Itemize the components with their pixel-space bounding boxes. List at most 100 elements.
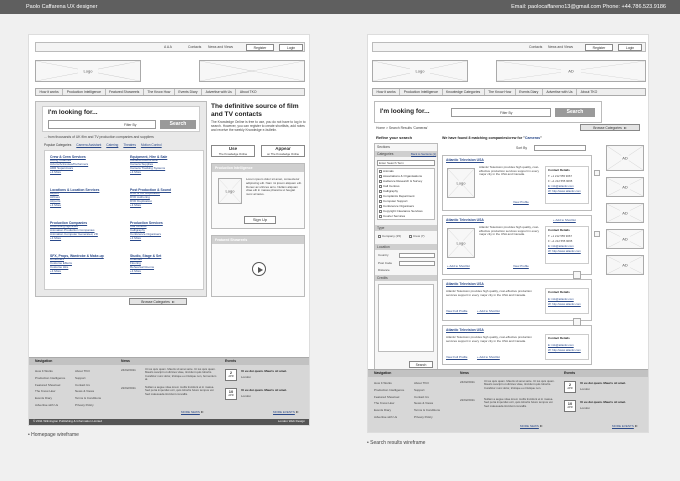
category-item-link[interactable]: +1 More	[50, 203, 99, 208]
email-link[interactable]: E: info@atlantic.com	[548, 184, 574, 188]
category-item-link[interactable]: +1 More	[50, 170, 88, 175]
nav-how-it-works[interactable]: How it works	[36, 89, 64, 95]
email-link[interactable]: E: info@atlantic.com	[548, 297, 574, 301]
website-link[interactable]: W: http://www.atlantic.com	[548, 302, 581, 306]
category-item-link[interactable]: +1 More	[50, 269, 104, 274]
event-title[interactable]: Ut eu dui quam. Mauris sit amet.	[580, 381, 626, 385]
email-link[interactable]: E: info@atlantic.com	[548, 343, 574, 347]
appear-button[interactable]: Appear on The Knowledge Online	[261, 145, 305, 157]
footer-nav-link[interactable]: Advertise with Us	[374, 414, 404, 421]
ad-placeholder[interactable]: AD	[606, 229, 644, 249]
search-button[interactable]: Search	[160, 120, 196, 129]
footer-nav-link[interactable]: The Know How	[374, 400, 404, 407]
sort-select[interactable]	[534, 145, 586, 151]
footer-nav-link[interactable]: News & Views	[75, 388, 101, 395]
website-link[interactable]: W: http://www.atlantic.com	[548, 249, 581, 253]
footer-nav-link[interactable]: How It Works	[374, 380, 404, 387]
footer-nav-link[interactable]: Support	[75, 375, 101, 382]
ad-placeholder[interactable]: AD	[606, 177, 644, 197]
view-profile-link[interactable]: View Profile	[513, 264, 529, 268]
footer-nav-link[interactable]: Contact Us	[75, 382, 101, 389]
nav-advertise[interactable]: Advertise with Us	[202, 89, 237, 95]
use-button[interactable]: Use The Knowledge Online	[211, 145, 255, 157]
tab-catering[interactable]: Catering	[106, 143, 118, 147]
back-to-sections-link[interactable]: Back to Sections (1)	[411, 152, 436, 156]
search-button[interactable]: Search	[555, 108, 595, 117]
more-news-link[interactable]: MORE NEWS	[181, 410, 204, 414]
result-title-link[interactable]: Atlantic Television USA	[446, 158, 484, 162]
footer-nav-link[interactable]: Privacy Policy	[414, 414, 440, 421]
crew-checkbox[interactable]: Crew (7)	[409, 234, 425, 238]
add-to-shortlist-link[interactable]: + Add to Shortlist	[477, 309, 500, 313]
tab-popular[interactable]: Popular Categories	[44, 143, 71, 147]
ad-placeholder[interactable]: AD	[606, 255, 644, 275]
register-button[interactable]: Register	[585, 44, 613, 51]
footer-nav-link[interactable]: Support	[414, 387, 440, 394]
browse-categories-button[interactable]: Browse Categories	[580, 124, 640, 131]
event-title[interactable]: Ut eu dui quam. Mauris sit amet.	[241, 388, 287, 392]
add-to-shortlist-link[interactable]: + Add to Shortlist	[447, 264, 470, 268]
add-to-shortlist-link[interactable]: + Add to Shortlist	[477, 355, 500, 359]
contacts-link[interactable]: Contacts	[529, 45, 542, 49]
tab-camera-assistant[interactable]: Camera Assistant	[76, 143, 101, 147]
credits-input[interactable]	[378, 284, 434, 352]
result-title-link[interactable]: Atlantic Television USA	[446, 282, 484, 286]
postcode-input[interactable]	[399, 261, 435, 266]
footer-nav-link[interactable]: The Know How	[35, 388, 65, 395]
footer-nav-link[interactable]: Terms & Conditions	[414, 407, 440, 414]
news-views-link[interactable]: News and Views	[548, 45, 573, 49]
more-events-link[interactable]: MORE EVENTS	[612, 424, 638, 428]
category-item-link[interactable]: +1 More	[130, 203, 171, 208]
nav-know-how[interactable]: The Know How	[144, 89, 175, 95]
news-views-link[interactable]: News and Views	[208, 45, 233, 49]
footer-nav-link[interactable]: About TKO	[75, 368, 101, 375]
footer-nav-link[interactable]: Events Diary	[35, 395, 65, 402]
filter-dropdown[interactable]: Filter By	[500, 111, 512, 115]
footer-nav-link[interactable]: About TKO	[414, 380, 440, 387]
tab-theatres[interactable]: Theatres	[123, 143, 136, 147]
ad-placeholder[interactable]: AD	[606, 145, 644, 171]
contacts-link[interactable]: Contacts	[188, 45, 201, 49]
nav-how-it-works[interactable]: How it works	[373, 89, 401, 95]
footer-nav-link[interactable]: Advertise with Us	[35, 402, 65, 409]
nav-about[interactable]: About TKO	[236, 89, 260, 95]
more-news-link[interactable]: MORE NEWS	[520, 424, 543, 428]
category-item-link[interactable]: +1 More	[130, 170, 167, 175]
footer-nav-link[interactable]: Production Intelligence	[374, 387, 404, 394]
footer-nav-link[interactable]: Featured Showreel	[374, 394, 404, 401]
footer-nav-link[interactable]: Contact Us	[414, 394, 440, 401]
login-button[interactable]: Login	[279, 44, 303, 51]
footer-nav-link[interactable]: How It Works	[35, 368, 65, 375]
play-icon[interactable]	[252, 262, 266, 276]
footer-nav-link[interactable]: Events Diary	[374, 407, 404, 414]
login-button[interactable]: Login	[618, 44, 642, 51]
category-item-link[interactable]: +1 More	[50, 236, 98, 241]
text-size-control[interactable]: A A A	[164, 45, 172, 49]
footer-nav-link[interactable]: Featured Showreel	[35, 382, 65, 389]
website-link[interactable]: W: http://www.atlantic.com	[548, 348, 581, 352]
bookmark-icon[interactable]	[594, 231, 600, 237]
website-link[interactable]: W: http://www.atlantic.com	[548, 189, 581, 193]
country-select[interactable]	[399, 253, 435, 258]
more-events-link[interactable]: MORE EVENTS	[273, 410, 299, 414]
refine-search-button[interactable]: Search	[409, 361, 433, 368]
footer-nav-link[interactable]: Privacy Policy	[75, 402, 101, 409]
email-link[interactable]: E: info@atlantic.com	[548, 244, 574, 248]
view-profile-link[interactable]: View Full Profile	[446, 309, 467, 313]
category-option-checkbox[interactable]: Courier Services	[378, 214, 434, 219]
nav-knowledge-categories[interactable]: Knowledge Categories	[443, 89, 485, 95]
event-title[interactable]: Ut eu dui quam. Mauris sit amet.	[580, 400, 626, 404]
category-item-link[interactable]: +1 More	[130, 269, 161, 274]
result-title-link[interactable]: Atlantic Television USA	[446, 328, 484, 332]
register-button[interactable]: Register	[246, 44, 274, 51]
nav-featured-showreels[interactable]: Featured Showreels	[106, 89, 144, 95]
nav-events-diary[interactable]: Events Diary	[175, 89, 203, 95]
search-input[interactable]: Filter By	[48, 120, 156, 129]
company-checkbox[interactable]: Company (15)	[378, 234, 401, 238]
add-to-shortlist-link[interactable]: + Add to Shortlist	[553, 218, 576, 222]
bookmark-icon[interactable]	[573, 271, 581, 279]
nav-about[interactable]: About TKO	[577, 89, 601, 95]
footer-nav-link[interactable]: Production Intelligence	[35, 375, 65, 382]
signup-button[interactable]: Sign Up	[244, 216, 276, 224]
nav-events-diary[interactable]: Events Diary	[516, 89, 543, 95]
